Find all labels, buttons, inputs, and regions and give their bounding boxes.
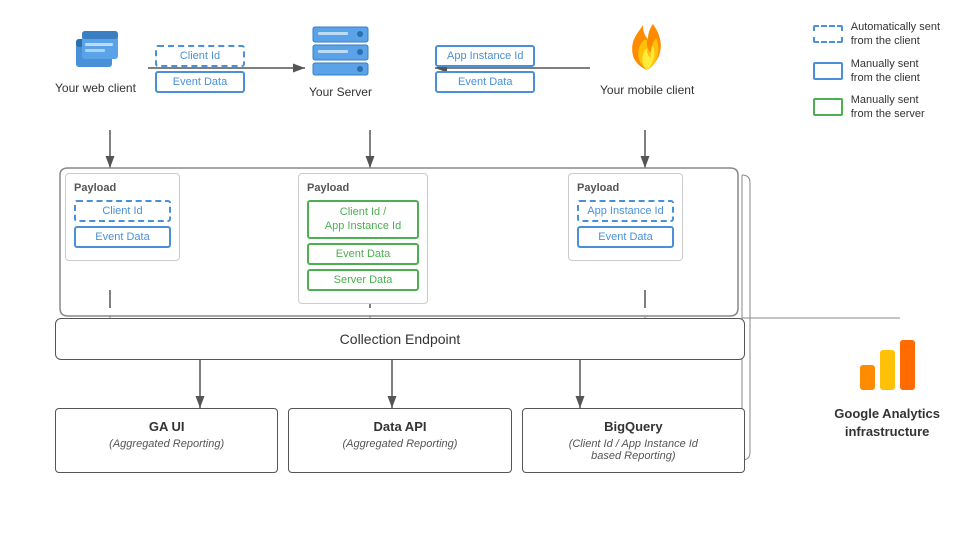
server-icon — [308, 22, 373, 77]
legend-box-auto — [813, 25, 843, 43]
data-api-subtitle: (Aggregated Reporting) — [297, 438, 502, 450]
server-payload-block: Payload Client Id /App Instance Id Event… — [298, 173, 428, 304]
legend-item-manual-server: Manually sentfrom the server — [813, 93, 940, 122]
server-block: Your Server — [308, 22, 373, 99]
web-server-data-boxes: Client Id Event Data — [155, 45, 245, 93]
ga-ui-title: GA UI — [64, 419, 269, 434]
server-payload-title: Payload — [307, 182, 419, 194]
mobile-payload-event-data: Event Data — [577, 226, 674, 248]
web-client-label: Your web client — [55, 81, 136, 95]
mobile-payload-title: Payload — [577, 182, 674, 194]
server-label: Your Server — [309, 85, 372, 99]
event-data-box-web: Event Data — [155, 71, 245, 93]
legend-box-manual-client — [813, 62, 843, 80]
server-payload-server-data: Server Data — [307, 269, 419, 291]
legend-text-manual-server: Manually sentfrom the server — [851, 93, 925, 122]
web-payload-client-id: Client Id — [74, 200, 171, 222]
app-instance-id-box: App Instance Id — [435, 45, 535, 67]
event-data-box-server-right: Event Data — [435, 71, 535, 93]
ga-icon — [855, 330, 920, 395]
web-payload-title: Payload — [74, 182, 171, 194]
legend-item-manual-client: Manually sentfrom the client — [813, 57, 940, 86]
mobile-client-block: Your mobile client — [600, 20, 694, 97]
legend-box-manual-server — [813, 98, 843, 116]
mobile-client-label: Your mobile client — [600, 83, 694, 97]
diagram-container: Automatically sentfrom the client Manual… — [0, 0, 960, 540]
mobile-payload-block: Payload App Instance Id Event Data — [568, 173, 683, 261]
bigquery-subtitle: (Client Id / App Instance Idbased Report… — [531, 438, 736, 462]
legend-item-auto: Automatically sentfrom the client — [813, 20, 940, 49]
collection-endpoint-label: Collection Endpoint — [340, 331, 461, 347]
web-client-icon — [68, 25, 123, 73]
data-api-title: Data API — [297, 419, 502, 434]
legend-text-manual-client: Manually sentfrom the client — [851, 57, 920, 86]
legend-text-auto: Automatically sentfrom the client — [851, 20, 940, 49]
data-api-box: Data API (Aggregated Reporting) — [288, 408, 511, 473]
legend: Automatically sentfrom the client Manual… — [813, 20, 940, 122]
bigquery-title: BigQuery — [531, 419, 736, 434]
mobile-client-icon — [625, 20, 670, 75]
ga-ui-subtitle: (Aggregated Reporting) — [64, 438, 269, 450]
output-row: GA UI (Aggregated Reporting) Data API (A… — [55, 408, 745, 473]
server-payload-client-app-id: Client Id /App Instance Id — [307, 200, 419, 239]
client-id-box: Client Id — [155, 45, 245, 67]
ga-infra-block: Google Analyticsinfrastructure — [834, 330, 940, 441]
bigquery-box: BigQuery (Client Id / App Instance Idbas… — [522, 408, 745, 473]
server-mobile-data-boxes: App Instance Id Event Data — [435, 45, 535, 93]
collection-endpoint: Collection Endpoint — [55, 318, 745, 360]
mobile-payload-app-instance-id: App Instance Id — [577, 200, 674, 222]
web-client-block: Your web client — [55, 25, 136, 95]
ga-ui-box: GA UI (Aggregated Reporting) — [55, 408, 278, 473]
web-payload-block: Payload Client Id Event Data — [65, 173, 180, 261]
ga-infra-label: Google Analyticsinfrastructure — [834, 405, 940, 441]
web-payload-event-data: Event Data — [74, 226, 171, 248]
server-payload-event-data: Event Data — [307, 243, 419, 265]
